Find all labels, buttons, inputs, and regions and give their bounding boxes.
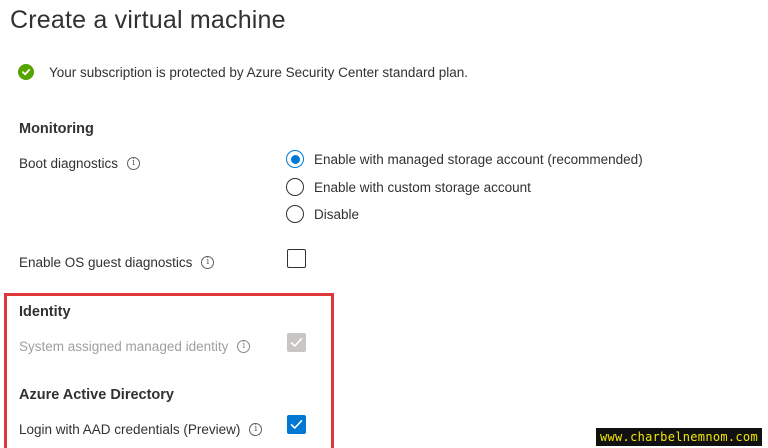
security-notice: Your subscription is protected by Azure … <box>18 62 468 82</box>
aad-login-label: Login with AAD credentials (Preview) i <box>19 419 263 439</box>
checkmark-icon <box>290 338 303 347</box>
identity-heading: Identity <box>19 304 71 320</box>
info-icon[interactable]: i <box>127 156 141 170</box>
info-icon[interactable]: i <box>249 422 263 436</box>
radio-button-selected[interactable] <box>286 150 304 168</box>
create-vm-page: Create a virtual machine Your subscripti… <box>0 0 768 448</box>
boot-diagnostics-label-text: Boot diagnostics <box>19 155 119 171</box>
radio-label-managed-storage: Enable with managed storage account (rec… <box>314 151 643 167</box>
radio-managed-storage[interactable]: Enable with managed storage account (rec… <box>286 149 643 169</box>
info-icon[interactable]: i <box>201 255 215 269</box>
os-guest-diagnostics-checkbox[interactable] <box>287 249 306 268</box>
checkmark-circle-icon <box>18 64 34 80</box>
os-guest-diagnostics-label-text: Enable OS guest diagnostics <box>19 254 193 270</box>
radio-custom-storage[interactable]: Enable with custom storage account <box>286 177 531 197</box>
radio-label-custom-storage: Enable with custom storage account <box>314 179 531 195</box>
page-title: Create a virtual machine <box>10 6 286 34</box>
watermark: www.charbelnemnom.com <box>595 428 762 446</box>
os-guest-diagnostics-label: Enable OS guest diagnostics i <box>19 252 215 272</box>
radio-button[interactable] <box>286 205 304 223</box>
system-assigned-identity-label: System assigned managed identity i <box>19 336 251 356</box>
boot-diagnostics-label: Boot diagnostics i <box>19 153 141 173</box>
system-assigned-identity-label-text: System assigned managed identity <box>19 338 229 354</box>
notice-text: Your subscription is protected by Azure … <box>49 64 468 80</box>
info-icon[interactable]: i <box>237 339 251 353</box>
radio-disable[interactable]: Disable <box>286 204 359 224</box>
system-assigned-identity-checkbox[interactable] <box>287 333 306 352</box>
aad-heading: Azure Active Directory <box>19 387 174 403</box>
checkmark-icon <box>290 420 303 429</box>
radio-button[interactable] <box>286 178 304 196</box>
monitoring-heading: Monitoring <box>19 121 94 137</box>
aad-login-label-text: Login with AAD credentials (Preview) <box>19 421 241 437</box>
radio-label-disable: Disable <box>314 206 360 222</box>
aad-login-checkbox[interactable] <box>287 415 306 434</box>
